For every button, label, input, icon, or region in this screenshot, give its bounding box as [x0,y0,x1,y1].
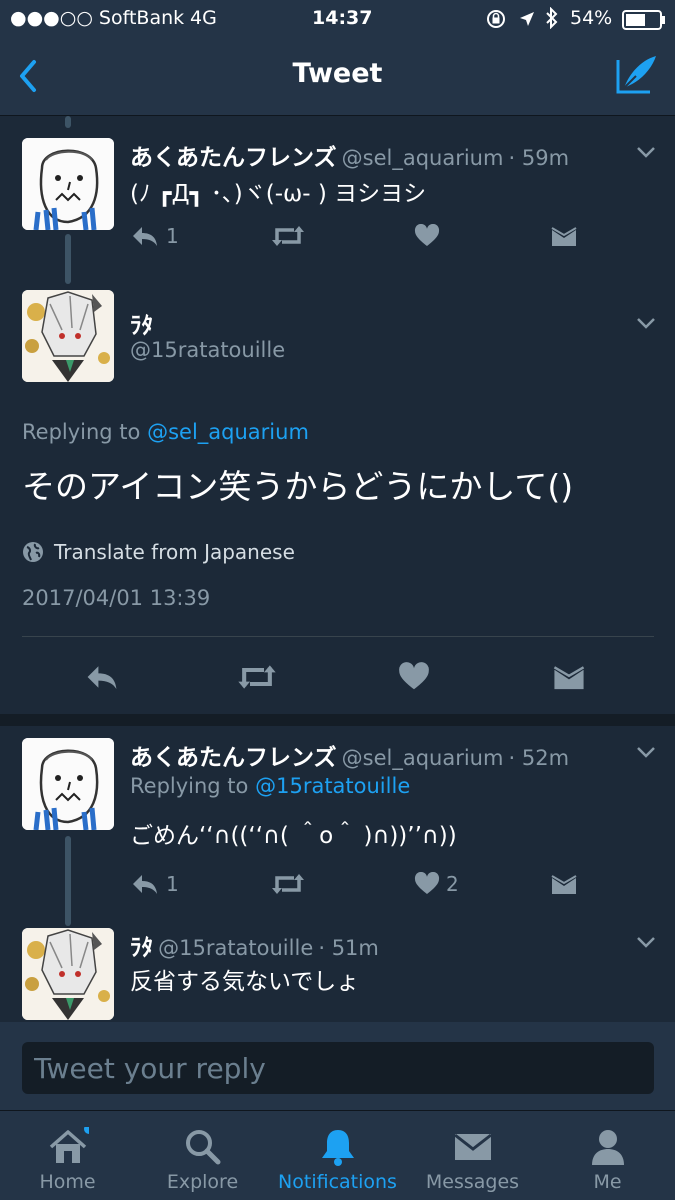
reply-button[interactable]: 1 [130,872,179,896]
like-icon [414,872,440,894]
reply-icon[interactable] [84,662,120,692]
tweet-header: ﾗﾀ @15ratatouille · 51m [130,928,379,962]
globe-icon [23,542,43,562]
display-name[interactable]: あくあたんフレンズ [130,745,337,771]
replying-to-link[interactable]: @sel_aquarium [147,420,309,444]
battery-percent: 54% [570,7,613,29]
display-name[interactable]: ﾗﾀ [130,306,153,340]
anime-character-avatar-image [22,290,114,382]
tweet-timestamp: 2017/04/01 13:39 [22,586,211,610]
thread-line [65,234,71,284]
avatar[interactable] [22,738,114,830]
like-icon[interactable] [414,224,440,248]
tweet-time: · 59m [508,146,570,170]
chevron-down-icon[interactable] [635,145,657,159]
handle[interactable]: @sel_aquarium [342,746,504,770]
retweet-icon[interactable] [270,224,306,248]
tab-home[interactable]: Home [0,1111,135,1200]
location-icon [520,12,534,26]
translate-label: Translate from Japanese [54,540,295,564]
tweet-text: 反省する気ないでしょ [130,969,360,995]
reply-icon [133,227,157,246]
tab-label: Notifications [278,1171,397,1193]
tab-messages[interactable]: Messages [405,1111,540,1200]
top-bar: ●●●○○ SoftBank 4G 14:37 54% Tweet [0,0,675,116]
focused-tweet-text: そのアイコン笑うからどうにかして() [22,467,574,506]
rotation-lock-icon [487,10,505,28]
bell-icon [322,1130,354,1166]
reply-composer [0,1022,675,1110]
reply-icon [133,875,157,894]
handle[interactable]: @sel_aquarium [342,146,504,170]
search-icon [186,1130,221,1165]
tab-bar: Home Explore Notifications Messages Me [0,1110,675,1200]
direct-message-icon[interactable] [550,224,578,248]
compose-tweet-icon[interactable] [612,52,660,98]
tab-label: Messages [425,1171,520,1193]
direct-message-icon[interactable] [550,872,578,896]
sketch-face-avatar-image [22,738,114,830]
tweet-text: (ﾉ ┏Д┓ ･､)ヾ(-ω- ) ヨシヨシ [130,181,427,207]
avatar[interactable] [22,290,114,382]
replying-to-line: Replying to @15ratatouille [130,774,410,798]
tweet-time: · 51m [318,936,379,960]
avatar[interactable] [22,928,114,1020]
anime-character-avatar-image [22,928,114,1020]
tab-explore[interactable]: Explore [135,1111,270,1200]
tab-notifications[interactable]: Notifications [270,1111,405,1200]
bluetooth-icon [546,7,558,29]
handle[interactable]: @15ratatouille [130,338,285,362]
tweet-text: ごめん‘‘∩((‘‘∩( ＾o＾ )∩))’’∩)) [130,823,457,849]
battery-icon [622,10,665,30]
translate-link[interactable]: Translate from Japanese [22,540,295,564]
tweet-header: あくあたんフレンズ @sel_aquarium · 59m [130,138,569,172]
direct-message-icon[interactable] [552,662,586,692]
divider [22,636,654,637]
tab-me[interactable]: Me [540,1111,675,1200]
avatar[interactable] [22,138,114,230]
sketch-face-avatar-image [22,138,114,230]
retweet-icon[interactable] [236,662,278,692]
tab-label: Me [593,1171,622,1193]
replying-to-link[interactable]: @15ratatouille [255,774,410,798]
status-bar: ●●●○○ SoftBank 4G 14:37 54% [0,0,675,38]
thread-line [65,116,71,128]
handle[interactable]: @15ratatouille [158,936,313,960]
clock: 14:37 [312,7,373,29]
tab-label: Explore [166,1171,239,1193]
display-name[interactable]: ﾗﾀ [130,935,153,961]
chevron-down-icon[interactable] [635,316,657,330]
replying-to-line: Replying to @sel_aquarium [22,420,309,444]
carrier-label: ●●●○○ SoftBank [10,7,185,29]
reply-count: 1 [166,224,179,248]
replying-to-prefix: Replying to [22,420,141,444]
tab-label: Home [39,1171,96,1193]
home-icon [49,1127,89,1163]
display-name[interactable]: あくあたんフレンズ [130,145,337,171]
reply-button[interactable]: 1 [130,224,179,248]
page-title: Tweet [292,58,383,89]
person-icon [592,1130,624,1165]
thread-line [65,836,71,926]
chevron-down-icon[interactable] [635,935,657,949]
like-icon[interactable] [398,662,430,692]
reply-count: 1 [166,872,179,896]
network-label: 4G [190,7,217,29]
like-button[interactable]: 2 [414,872,459,896]
envelope-icon [454,1133,492,1160]
chevron-down-icon[interactable] [635,745,657,759]
conversation-feed[interactable]: あくあたんフレンズ @sel_aquarium · 59m (ﾉ ┏Д┓ ･､)… [0,116,675,1022]
like-count: 2 [446,872,459,896]
replying-to-prefix: Replying to [130,774,249,798]
reply-input[interactable] [22,1042,654,1094]
section-divider [0,714,675,726]
tweet-time: · 52m [508,746,570,770]
tweet-header: あくあたんフレンズ @sel_aquarium · 52m [130,738,569,772]
retweet-icon[interactable] [270,872,306,896]
